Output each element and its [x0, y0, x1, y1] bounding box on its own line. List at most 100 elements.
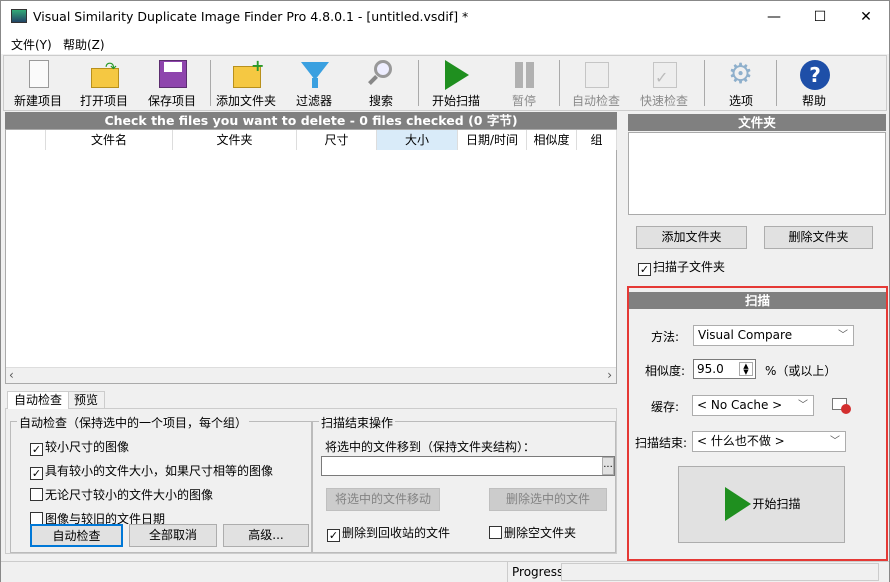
toolbar-funnel-button[interactable]: 过滤器: [282, 56, 346, 110]
column-header[interactable]: [6, 130, 46, 150]
similarity-input[interactable]: 95.0 ▲ ▼: [693, 359, 756, 379]
maximize-button[interactable]: ☐: [797, 1, 843, 33]
autocheck-option[interactable]: ✓ 较小尺寸的图像: [30, 438, 129, 456]
horizontal-scrollbar[interactable]: ‹ ›: [6, 367, 616, 383]
toolbar-label: 搜索: [368, 94, 393, 108]
new-file-icon: [23, 60, 53, 90]
tab-preview[interactable]: 预览: [67, 391, 106, 409]
method-select[interactable]: Visual Compare ﹀: [693, 325, 854, 346]
autocheck-group: 自动检查（保持选中的一个项目，每个组） ✓ 较小尺寸的图像 ✓ 具有较小的文件大小，如…: [10, 414, 312, 553]
toolbar-floppy-disk-button[interactable]: 保存项目: [140, 56, 204, 110]
quick-check-icon: ✓: [649, 60, 679, 90]
move-selected-button[interactable]: 将选中的文件移动: [326, 488, 440, 511]
minimize-button[interactable]: —: [751, 1, 797, 33]
menu-bar: 文件(Y) 帮助(Z): [1, 33, 889, 54]
column-header[interactable]: 大小: [377, 130, 458, 150]
scan-end-label: 扫描结束:: [635, 436, 688, 450]
list-banner: Check the files you want to delete - 0 f…: [5, 112, 617, 129]
move-path-input[interactable]: ...: [321, 456, 615, 476]
toolbar-separator: [418, 60, 419, 106]
menu-help[interactable]: 帮助(Z): [63, 36, 105, 53]
toolbar-label: 保存项目: [147, 94, 196, 108]
toolbar-help-button[interactable]: ? 帮助: [782, 56, 846, 110]
window-title: Visual Similarity Duplicate Image Finder…: [33, 9, 469, 24]
move-label: 将选中的文件移到（保持文件夹结构）：: [325, 440, 536, 454]
cache-select[interactable]: < No Cache > ﹀: [692, 395, 814, 416]
recycle-checkbox[interactable]: ✓ 删除到回收站的文件: [327, 524, 450, 542]
column-header[interactable]: 文件夹: [173, 130, 297, 150]
toolbar-gear-button[interactable]: ⚙ 选项: [709, 56, 773, 110]
toolbar: 新建项目 ↷ 打开项目 保存项目 + 添加文件夹 过滤器 搜索 开始扫描 暂停 自动检查 ✓ 快速检查 ⚙…: [3, 55, 887, 111]
help-icon: ?: [799, 60, 830, 90]
menu-file[interactable]: 文件(Y): [11, 36, 52, 53]
results-list[interactable]: ‹ › 文件名 文件夹 尺寸 大小 日期/时间 相似度组: [5, 129, 617, 384]
toolbar-new-file-button[interactable]: 新建项目: [6, 56, 70, 110]
toolbar-separator: [704, 60, 705, 106]
checkbox-icon: [30, 488, 43, 501]
column-header[interactable]: 相似度: [527, 130, 577, 150]
close-button[interactable]: ✕: [843, 1, 889, 33]
cache-value: < No Cache >: [697, 398, 783, 412]
clear-cache-icon[interactable]: [832, 398, 851, 414]
autocheck-option-label: 无论尺寸较小的文件大小的图像: [45, 488, 214, 502]
scroll-left-icon[interactable]: ‹: [9, 368, 14, 382]
scan-header: 扫描: [629, 292, 886, 309]
autocheck-option-label: 较小尺寸的图像: [45, 440, 130, 454]
status-bar: Progress: [1, 561, 889, 582]
method-label: 方法:: [651, 330, 680, 344]
similarity-value: 95.0: [697, 362, 724, 376]
autocheck-option[interactable]: 无论尺寸较小的文件大小的图像: [30, 486, 213, 503]
delete-empty-label: 删除空文件夹: [504, 526, 577, 540]
add-folder-button[interactable]: 添加文件夹: [636, 226, 747, 249]
checkbox-icon: ✓: [30, 443, 43, 456]
start-scan-button[interactable]: 开始扫描: [678, 466, 845, 543]
scan-end-title: 扫描结束操作: [319, 414, 396, 431]
checkbox-icon: [489, 526, 502, 539]
start-scan-label: 开始扫描: [752, 497, 801, 511]
remove-folder-button[interactable]: 删除文件夹: [764, 226, 873, 249]
column-header[interactable]: 文件名: [46, 130, 173, 150]
advanced-button[interactable]: 高级...: [223, 524, 309, 547]
progress-label: Progress: [507, 562, 561, 582]
toolbar-separator: [559, 60, 560, 106]
browse-button[interactable]: ...: [602, 457, 614, 475]
toolbar-magnifier-button[interactable]: 搜索: [349, 56, 413, 110]
uncheck-all-button[interactable]: 全部取消: [129, 524, 217, 547]
autocheck-option[interactable]: ✓ 具有较小的文件大小，如果尺寸相等的图像: [30, 462, 273, 480]
scroll-right-icon[interactable]: ›: [607, 368, 612, 382]
tab-autocheck[interactable]: 自动检查: [7, 391, 70, 409]
checkbox-icon: ✓: [638, 263, 651, 276]
floppy-disk-icon: [157, 60, 187, 90]
toolbar-label: 过滤器: [295, 94, 332, 108]
scan-subfolders-label: 扫描子文件夹: [653, 260, 726, 274]
column-header[interactable]: 组: [577, 130, 617, 150]
delete-empty-checkbox[interactable]: 删除空文件夹: [489, 524, 576, 541]
scan-end-value: < 什么也不做 >: [697, 434, 785, 448]
progress-bar: [561, 563, 879, 581]
toolbar-label: 打开项目: [79, 94, 128, 108]
toolbar-add-folder-button[interactable]: + 添加文件夹: [214, 56, 278, 110]
tab-panel: 自动检查（保持选中的一个项目，每个组） ✓ 较小尺寸的图像 ✓ 具有较小的文件大小，如…: [5, 408, 617, 554]
toolbar-quick-check-button[interactable]: ✓ 快速检查: [632, 56, 696, 110]
toolbar-label: 添加文件夹: [215, 94, 276, 108]
toolbar-label: 帮助: [801, 94, 826, 108]
delete-selected-button[interactable]: 删除选中的文件: [489, 488, 607, 511]
toolbar-pause-button[interactable]: 暂停: [492, 56, 556, 110]
method-value: Visual Compare: [698, 328, 793, 342]
folders-header: 文件夹: [628, 114, 886, 131]
autocheck-button[interactable]: 自动检查: [30, 524, 123, 547]
toolbar-play-button[interactable]: 开始扫描: [424, 56, 488, 110]
magnifier-icon: [366, 60, 396, 90]
chevron-down-icon: ﹀: [798, 400, 808, 411]
similarity-label: 相似度:: [645, 364, 686, 378]
scan-subfolders-checkbox[interactable]: ✓ 扫描子文件夹: [638, 258, 725, 276]
folders-list[interactable]: [628, 132, 886, 215]
column-header[interactable]: 日期/时间: [458, 130, 527, 150]
toolbar-open-folder-button[interactable]: ↷ 打开项目: [72, 56, 136, 110]
spinner-icon[interactable]: ▲ ▼: [739, 362, 753, 376]
scan-end-group: 扫描结束操作 将选中的文件移到（保持文件夹结构）： ... 将选中的文件移动 删…: [312, 414, 616, 553]
scan-end-select[interactable]: < 什么也不做 > ﹀: [692, 431, 846, 452]
column-header[interactable]: 尺寸: [297, 130, 377, 150]
toolbar-auto-check-button[interactable]: 自动检查: [564, 56, 628, 110]
play-icon: [441, 60, 471, 90]
